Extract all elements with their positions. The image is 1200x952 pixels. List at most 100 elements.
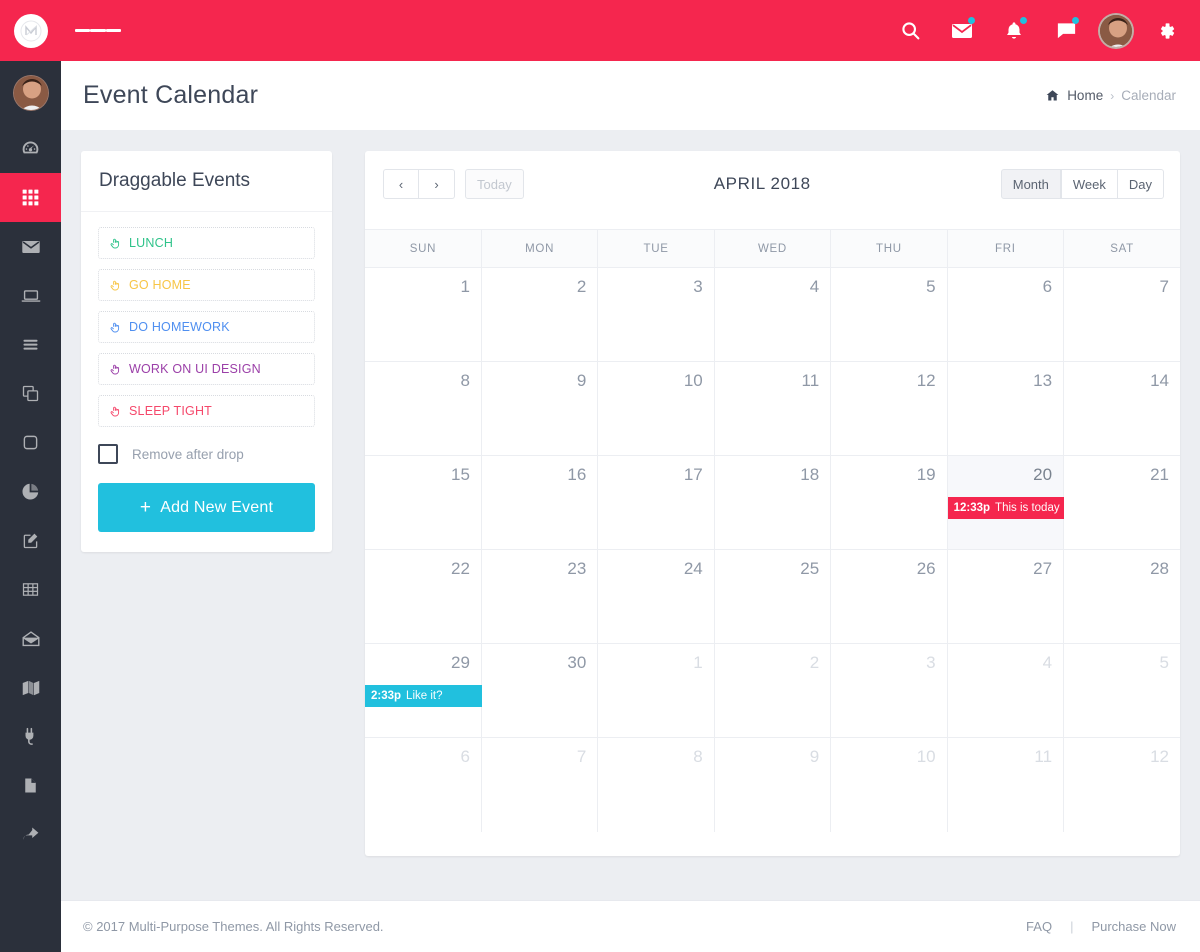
calendar-day-cell[interactable]: 20 12:33p This is today xyxy=(947,455,1065,550)
view-button-month[interactable]: Month xyxy=(1000,169,1061,199)
calendar-day-cell[interactable]: 10 xyxy=(830,737,948,832)
bell-icon[interactable] xyxy=(994,11,1034,51)
sidebar-item-more[interactable] xyxy=(0,810,61,859)
calendar-day-cell[interactable]: 8 xyxy=(597,737,715,832)
calendar-day-cell[interactable]: 8 xyxy=(365,361,482,456)
sidebar-item-dashboard[interactable] xyxy=(0,124,61,173)
map-icon xyxy=(20,677,42,699)
calendar-day-cell[interactable]: 5 xyxy=(830,267,948,362)
add-new-event-button[interactable]: + Add New Event xyxy=(98,483,315,532)
calendar-day-cell[interactable]: 12 xyxy=(1063,737,1180,832)
footer-link-faq[interactable]: FAQ xyxy=(1026,919,1052,934)
day-number: 15 xyxy=(451,465,470,484)
sidebar-item-pages[interactable] xyxy=(0,369,61,418)
calendar-day-cell[interactable]: 18 xyxy=(714,455,832,550)
view-button-day[interactable]: Day xyxy=(1117,169,1164,199)
calendar-day-cell[interactable]: 4 xyxy=(714,267,832,362)
sidebar-item-email[interactable] xyxy=(0,614,61,663)
calendar-event[interactable]: 2:33p Like it? xyxy=(365,685,482,707)
calendar-day-cell[interactable]: 21 xyxy=(1063,455,1180,550)
sidebar-item-mail[interactable] xyxy=(0,222,61,271)
sidebar-item-apps[interactable] xyxy=(0,173,61,222)
calendar-day-cell[interactable]: 6 xyxy=(365,737,482,832)
calendar-day-cell[interactable]: 23 xyxy=(481,549,599,644)
home-icon xyxy=(1045,88,1060,103)
calendar-day-cell[interactable]: 17 xyxy=(597,455,715,550)
gear-icon[interactable] xyxy=(1146,11,1186,51)
draggable-event[interactable]: WORK ON UI DESIGN xyxy=(98,353,315,385)
sidebar-item-maps[interactable] xyxy=(0,663,61,712)
calendar-day-cell[interactable]: 1 xyxy=(597,643,715,738)
calendar-day-cell[interactable]: 29 2:33p Like it? xyxy=(365,643,482,738)
sidebar-avatar[interactable] xyxy=(0,61,61,124)
calendar-day-cell[interactable]: 2 xyxy=(714,643,832,738)
sidebar-item-extras[interactable] xyxy=(0,712,61,761)
calendar-day-cell[interactable]: 19 xyxy=(830,455,948,550)
calendar-day-cell[interactable]: 6 xyxy=(947,267,1065,362)
sidebar-item-tables[interactable] xyxy=(0,565,61,614)
calendar-day-cell[interactable]: 28 xyxy=(1063,549,1180,644)
search-icon[interactable] xyxy=(890,11,930,51)
draggable-event-label: DO HOMEWORK xyxy=(129,320,230,334)
sidebar-item-charts[interactable] xyxy=(0,467,61,516)
calendar-day-cell[interactable]: 26 xyxy=(830,549,948,644)
draggable-event[interactable]: DO HOMEWORK xyxy=(98,311,315,343)
calendar-day-cell[interactable]: 14 xyxy=(1063,361,1180,456)
calendar-day-cell[interactable]: 1 xyxy=(365,267,482,362)
weekday-header-cell: SAT xyxy=(1063,229,1180,268)
calendar-weekday-header: SUN MON TUE WED THU FRI SAT xyxy=(365,229,1180,268)
sidebar-item-components[interactable] xyxy=(0,418,61,467)
today-button[interactable]: Today xyxy=(465,169,524,199)
calendar-day-cell[interactable]: 24 xyxy=(597,549,715,644)
calendar-event[interactable]: 12:33p This is today xyxy=(947,497,1065,519)
calendar-day-cell[interactable]: 27 xyxy=(947,549,1065,644)
calendar-day-cell[interactable]: 25 xyxy=(714,549,832,644)
sidebar-item-documentation[interactable] xyxy=(0,761,61,810)
calendar-day-cell[interactable]: 13 xyxy=(947,361,1065,456)
sidebar-item-forms[interactable] xyxy=(0,516,61,565)
calendar-day-cell[interactable]: 7 xyxy=(481,737,599,832)
calendar-day-cell[interactable]: 4 xyxy=(947,643,1065,738)
calendar-day-cell[interactable]: 11 xyxy=(714,361,832,456)
calendar-day-cell[interactable]: 10 xyxy=(597,361,715,456)
calendar-day-cell[interactable]: 12 xyxy=(830,361,948,456)
brand-logo[interactable] xyxy=(0,0,61,61)
sidebar-item-list[interactable] xyxy=(0,320,61,369)
calendar-day-cell[interactable]: 30 xyxy=(481,643,599,738)
footer-link-purchase-now[interactable]: Purchase Now xyxy=(1091,919,1176,934)
calendar-day-cell[interactable]: 11 xyxy=(947,737,1065,832)
chat-icon[interactable] xyxy=(1046,11,1086,51)
calendar-day-cell[interactable]: 2 xyxy=(481,267,599,362)
calendar-day-cell[interactable]: 9 xyxy=(481,361,599,456)
calendar-day-cell[interactable]: 9 xyxy=(714,737,832,832)
draggable-event[interactable]: GO HOME xyxy=(98,269,315,301)
next-month-button[interactable]: › xyxy=(419,169,455,199)
plus-icon: + xyxy=(139,497,152,518)
weekday-header-cell: FRI xyxy=(947,229,1065,268)
calendar-day-cell[interactable]: 7 xyxy=(1063,267,1180,362)
hamburger-icon-bar xyxy=(75,29,91,32)
day-number: 10 xyxy=(683,371,703,390)
calendar-day-cell[interactable]: 16 xyxy=(481,455,599,550)
sidebar-item-ui-elements[interactable] xyxy=(0,271,61,320)
logo-monogram-icon xyxy=(13,13,48,48)
calendar-day-cell[interactable]: 22 xyxy=(365,549,482,644)
calendar-day-cell[interactable]: 3 xyxy=(597,267,715,362)
footer-separator: | xyxy=(1070,919,1074,934)
breadcrumb: Home › Calendar xyxy=(1045,88,1176,103)
calendar-day-cell[interactable]: 3 xyxy=(830,643,948,738)
calendar-day-cell[interactable]: 5 xyxy=(1063,643,1180,738)
hand-pointer-icon xyxy=(109,363,122,376)
view-button-week[interactable]: Week xyxy=(1060,169,1118,199)
draggable-event[interactable]: LUNCH xyxy=(98,227,315,259)
draggable-event[interactable]: SLEEP TIGHT xyxy=(98,395,315,427)
remove-after-drop-checkbox[interactable] xyxy=(98,444,118,464)
draggable-event-label: GO HOME xyxy=(129,278,191,292)
prev-month-button[interactable]: ‹ xyxy=(383,169,419,199)
breadcrumb-home-link[interactable]: Home xyxy=(1067,88,1103,103)
mail-icon[interactable] xyxy=(942,11,982,51)
menu-toggle-button[interactable] xyxy=(75,0,121,61)
day-number: 27 xyxy=(1033,559,1053,578)
avatar[interactable] xyxy=(1098,12,1134,49)
calendar-day-cell[interactable]: 15 xyxy=(365,455,482,550)
